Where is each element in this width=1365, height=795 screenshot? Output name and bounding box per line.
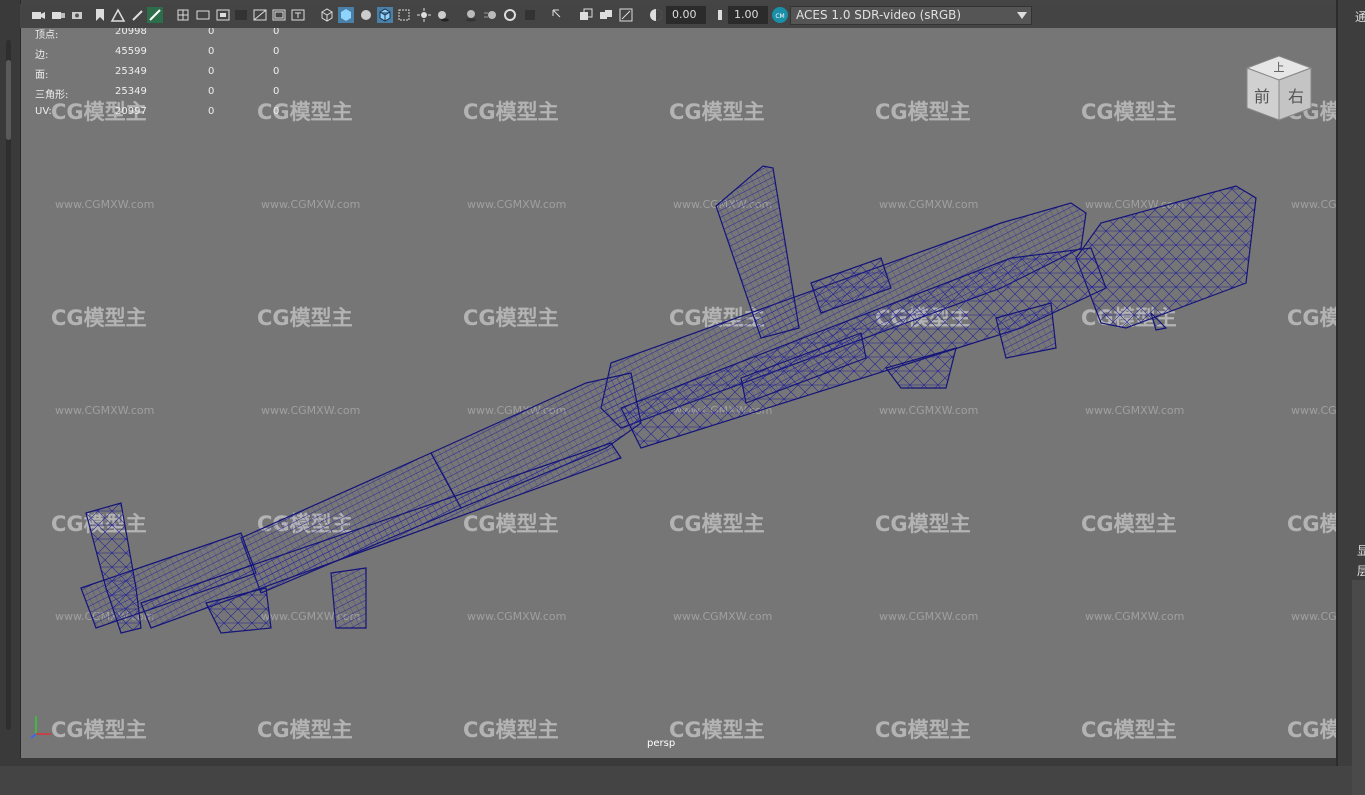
ambient-occlusion-icon[interactable] xyxy=(463,7,479,23)
hud-value: 0 xyxy=(208,66,215,77)
image-plane-icon[interactable] xyxy=(110,7,126,23)
bookmark-icon[interactable] xyxy=(92,7,108,23)
exposure-icon[interactable] xyxy=(648,7,664,23)
bottom-edge xyxy=(20,758,1336,766)
wireframe-on-shaded-icon[interactable] xyxy=(377,7,393,23)
hud-value: 20997 xyxy=(115,106,147,117)
depth-of-field-icon[interactable] xyxy=(522,7,538,23)
right-side-panel: 通 显 层 xyxy=(1336,0,1365,795)
hud-value: 0 xyxy=(273,46,280,57)
gate-mask-icon[interactable] xyxy=(233,7,249,23)
safe-title-icon[interactable] xyxy=(290,7,306,23)
layer-tab-label[interactable]: 层 xyxy=(1357,562,1365,579)
perspective-viewport[interactable]: CG模型主CG模型主CG模型主CG模型主CG模型主CG模型主CG模型主CG模型主… xyxy=(21,28,1336,758)
exposure-field[interactable]: 0.00 xyxy=(666,6,706,24)
hud-label: 边: xyxy=(35,50,49,61)
resolution-gate-icon[interactable] xyxy=(215,7,231,23)
camera-icon[interactable] xyxy=(30,7,46,23)
panel-tab-label[interactable]: 通 xyxy=(1355,8,1365,25)
shadows-icon[interactable] xyxy=(435,7,451,23)
viewcube-front-label[interactable]: 前 xyxy=(1254,87,1270,106)
viewcube-top-label[interactable]: 上 xyxy=(1274,61,1285,74)
gamma-field[interactable]: 1.00 xyxy=(728,6,768,24)
grid-icon[interactable] xyxy=(175,7,191,23)
grease-pencil-icon[interactable] xyxy=(130,7,146,23)
hud-value: 0 xyxy=(208,106,215,117)
hud-value: 0 xyxy=(273,66,280,77)
viewport-panel-toolbar: 0.00 1.00 CM ACES 1.0 SDR-video (sRGB) xyxy=(20,4,1336,28)
hud-row-faces: 面: 25349 0 0 xyxy=(35,66,295,88)
layer-editor-area[interactable] xyxy=(1352,580,1365,795)
camera-sequencer-icon[interactable] xyxy=(578,7,594,23)
hud-value: 0 xyxy=(273,28,280,37)
maya-window: 0.00 1.00 CM ACES 1.0 SDR-video (sRGB) C… xyxy=(0,0,1365,795)
hud-row-triangles: 三角形: 25349 0 0 xyxy=(35,86,295,108)
field-chart-icon[interactable] xyxy=(252,7,268,23)
hud-row-vertices: 顶点: 20998 0 0 xyxy=(35,28,295,48)
camera-lock-icon[interactable] xyxy=(50,7,66,23)
safe-action-icon[interactable] xyxy=(271,7,287,23)
svg-text:CM: CM xyxy=(775,13,784,20)
default-material-icon[interactable] xyxy=(358,7,374,23)
wireframe-cube-icon[interactable] xyxy=(319,7,335,23)
left-toolbar xyxy=(0,0,21,766)
left-scrollbar[interactable] xyxy=(6,40,11,730)
rifle-wireframe-model[interactable] xyxy=(21,28,1336,758)
display-tab-label[interactable]: 显 xyxy=(1357,542,1365,559)
camera-attributes-icon[interactable] xyxy=(70,7,86,23)
hud-row-edges: 边: 45599 0 0 xyxy=(35,46,295,68)
hud-label: 面: xyxy=(35,70,49,81)
film-gate-icon[interactable] xyxy=(195,7,211,23)
hud-value: 0 xyxy=(273,86,280,97)
isolate-select-icon[interactable] xyxy=(550,7,566,23)
dropdown-arrow-icon xyxy=(1017,12,1027,19)
hud-value: 25349 xyxy=(115,66,147,77)
hud-value: 25349 xyxy=(115,86,147,97)
xray-icon[interactable] xyxy=(396,7,412,23)
anti-aliasing-icon[interactable] xyxy=(502,7,518,23)
hud-value: 0 xyxy=(208,28,215,37)
poly-count-hud: 顶点: 20998 0 0 边: 45599 0 0 面: 25349 0 0 … xyxy=(35,28,295,128)
color-space-dropdown[interactable]: ACES 1.0 SDR-video (sRGB) xyxy=(790,6,1032,25)
hud-value: 0 xyxy=(273,106,280,117)
hud-row-uvs: UV: 20997 0 0 xyxy=(35,106,295,128)
hud-label: 三角形: xyxy=(35,90,69,101)
frame-selection-icon[interactable] xyxy=(618,7,634,23)
hud-value: 45599 xyxy=(115,46,147,57)
smooth-shade-cube-icon[interactable] xyxy=(338,7,354,23)
axis-gizmo xyxy=(31,716,51,739)
stereo-icon[interactable] xyxy=(598,7,614,23)
motion-blur-icon[interactable] xyxy=(483,7,499,23)
color-space-value: ACES 1.0 SDR-video (sRGB) xyxy=(796,8,962,22)
viewcube-right-label[interactable]: 右 xyxy=(1288,87,1304,106)
hud-value: 20998 xyxy=(115,28,147,37)
hud-label: 顶点: xyxy=(35,30,59,41)
lights-icon[interactable] xyxy=(416,7,432,23)
pencil-active-icon[interactable] xyxy=(147,7,163,23)
hud-value: 0 xyxy=(208,86,215,97)
gamma-icon[interactable] xyxy=(710,7,726,23)
hud-label: UV: xyxy=(35,106,52,117)
camera-name-label: persp xyxy=(647,738,676,749)
color-management-icon[interactable]: CM xyxy=(771,6,789,24)
hud-value: 0 xyxy=(208,46,215,57)
view-cube[interactable]: 上 前 右 xyxy=(1243,52,1315,124)
scrollbar-thumb[interactable] xyxy=(6,60,11,140)
